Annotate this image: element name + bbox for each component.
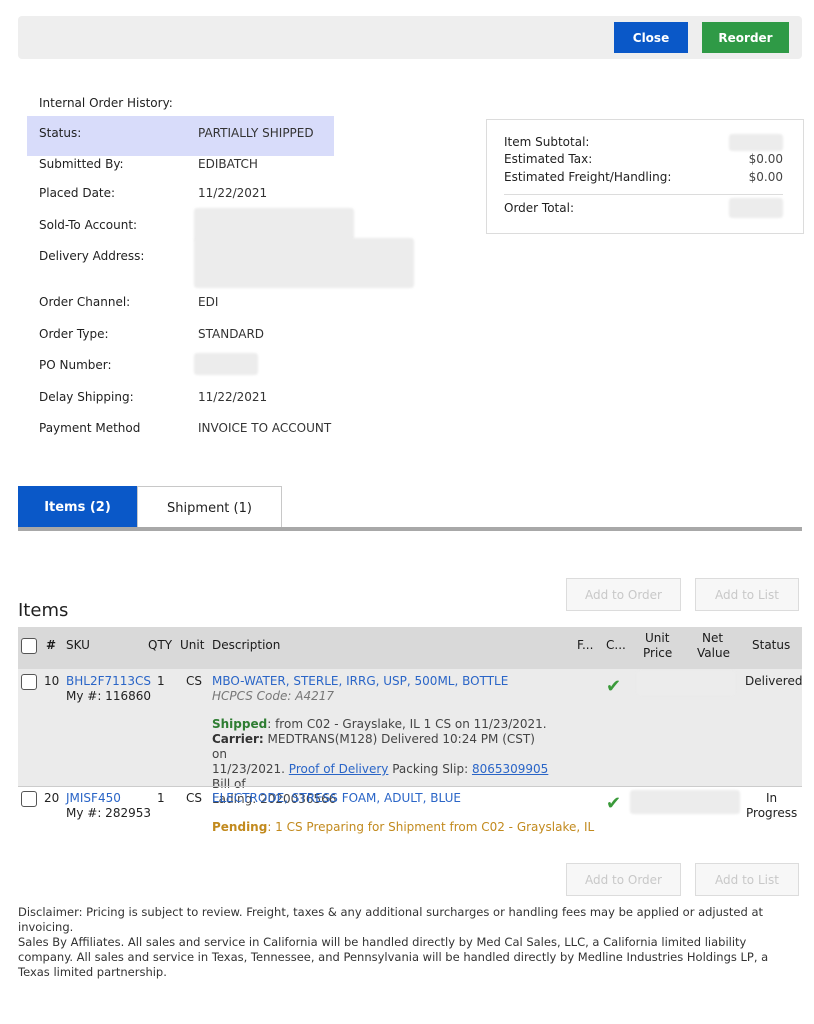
- submitted-by-value: EDIBATCH: [198, 157, 258, 171]
- my-number: My #: 282953: [66, 806, 151, 820]
- sku-link[interactable]: JMISF450: [66, 791, 121, 805]
- estimated-tax-value: $0.00: [748, 152, 783, 166]
- pending-text: : 1 CS Preparing for Shipment from C02 -…: [267, 820, 595, 834]
- packing-slip-link[interactable]: 8065309905: [472, 762, 548, 776]
- checkmark-icon: ✔: [606, 676, 622, 697]
- order-totals-panel: Item Subtotal: Estimated Tax: $0.00 Esti…: [486, 119, 804, 234]
- col-net-value-line2[interactable]: Value: [697, 646, 730, 660]
- carrier-date: 11/23/2021.: [212, 762, 289, 776]
- pending-label: Pending: [212, 820, 268, 834]
- row-qty: 1: [157, 791, 165, 805]
- row-status-line2: Progress: [746, 806, 798, 820]
- order-channel-value: EDI: [198, 295, 219, 309]
- col-sku[interactable]: SKU: [66, 638, 90, 652]
- col-unit[interactable]: Unit: [180, 638, 204, 652]
- packing-slip-label: Packing Slip:: [388, 762, 472, 776]
- row-unit: CS: [186, 674, 202, 688]
- tab-items[interactable]: Items (2): [18, 486, 137, 529]
- estimated-tax-label: Estimated Tax:: [504, 152, 593, 166]
- items-table-header: [18, 627, 802, 669]
- col-qty[interactable]: QTY: [148, 638, 172, 652]
- order-total-redacted: [729, 198, 783, 218]
- placed-date-value: 11/22/2021: [198, 186, 268, 200]
- row-checkbox[interactable]: [21, 791, 37, 807]
- col-net-value-line1[interactable]: Net: [702, 631, 723, 645]
- shipped-label: Shipped: [212, 717, 268, 731]
- totals-divider: [504, 194, 783, 195]
- estimated-freight-label: Estimated Freight/Handling:: [504, 170, 672, 184]
- delay-shipping-label: Delay Shipping:: [39, 390, 134, 404]
- delivery-address-redacted: [194, 238, 414, 288]
- payment-method-label: Payment Method: [39, 421, 141, 435]
- hcpcs-code: HCPCS Code: A4217: [212, 689, 334, 703]
- po-number-label: PO Number:: [39, 358, 112, 372]
- shipped-text: : from C02 - Grayslake, IL 1 CS on 11/23…: [267, 717, 547, 731]
- status-label: Status:: [39, 126, 82, 140]
- row-unit: CS: [186, 791, 202, 805]
- sold-to-account-redacted: [194, 208, 354, 242]
- description-link[interactable]: MBO-WATER, STERLE, IRRG, USP, 500ML, BOT…: [212, 674, 508, 688]
- row-divider: [18, 786, 802, 787]
- order-history-title: Internal Order History:: [39, 96, 173, 110]
- placed-date-label: Placed Date:: [39, 186, 116, 200]
- bill-of-lading-label: Bill of: [212, 777, 246, 791]
- col-num: #: [46, 638, 57, 652]
- order-type-label: Order Type:: [39, 327, 109, 341]
- row-qty: 1: [157, 674, 165, 688]
- item-subtotal-redacted: [729, 134, 783, 151]
- order-type-value: STANDARD: [198, 327, 265, 341]
- items-heading: Items: [18, 600, 69, 621]
- sku-link[interactable]: BHL2F7113CS: [66, 674, 151, 688]
- tab-shipment[interactable]: Shipment (1): [137, 486, 282, 529]
- description-link[interactable]: ELECTRODE, STRESS FOAM, ADULT, BLUE: [212, 791, 461, 805]
- col-status[interactable]: Status: [752, 638, 790, 652]
- payment-method-value: INVOICE TO ACCOUNT: [198, 421, 332, 435]
- status-value: PARTIALLY SHIPPED: [198, 126, 314, 140]
- row-num: 10: [44, 674, 60, 688]
- col-description[interactable]: Description: [212, 638, 280, 652]
- pending-status: Pending: 1 CS Preparing for Shipment fro…: [212, 820, 594, 834]
- sold-to-account-label: Sold-To Account:: [39, 218, 138, 232]
- proof-of-delivery-link[interactable]: Proof of Delivery: [289, 762, 389, 776]
- close-button[interactable]: Close: [614, 22, 688, 53]
- col-unit-price-line1[interactable]: Unit: [645, 631, 669, 645]
- item-subtotal-label: Item Subtotal:: [504, 135, 590, 149]
- my-number: My #: 116860: [66, 689, 151, 703]
- estimated-freight-value: $0.00: [748, 170, 783, 184]
- submitted-by-label: Submitted By:: [39, 157, 124, 171]
- add-to-list-button-bottom[interactable]: Add to List: [695, 863, 799, 896]
- select-all-checkbox[interactable]: [21, 638, 37, 654]
- affiliates-disclaimer: Sales By Affiliates. All sales and servi…: [18, 935, 769, 979]
- delay-shipping-value: 11/22/2021: [198, 390, 268, 404]
- pricing-disclaimer: Disclaimer: Pricing is subject to review…: [18, 905, 764, 934]
- order-total-label: Order Total:: [504, 201, 574, 215]
- add-to-order-button-top[interactable]: Add to Order: [566, 578, 681, 611]
- add-to-order-button-bottom[interactable]: Add to Order: [566, 863, 681, 896]
- add-to-list-button-top[interactable]: Add to List: [695, 578, 799, 611]
- delivery-address-label: Delivery Address:: [39, 249, 145, 263]
- price-redacted: [630, 790, 740, 814]
- col-f[interactable]: F...: [577, 638, 593, 652]
- row-num: 20: [44, 791, 60, 805]
- col-unit-price-line2[interactable]: Price: [643, 646, 672, 660]
- tab-underline: [18, 527, 802, 531]
- reorder-button[interactable]: Reorder: [702, 22, 789, 53]
- row-status-line1: In: [766, 791, 778, 805]
- order-channel-label: Order Channel:: [39, 295, 131, 309]
- row-status: Delivered: [745, 674, 803, 688]
- price-redacted: [637, 671, 735, 695]
- carrier-label: Carrier:: [212, 732, 264, 746]
- col-c[interactable]: C...: [606, 638, 626, 652]
- checkmark-icon: ✔: [606, 793, 622, 814]
- po-number-redacted: [194, 353, 258, 375]
- row-checkbox[interactable]: [21, 674, 37, 690]
